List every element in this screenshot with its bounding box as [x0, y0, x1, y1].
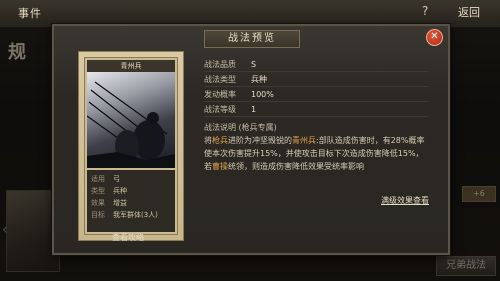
description-text: 将枪兵进阶为冲坚毁锐的青州兵:部队造成伤害时，有28%概率使本次伤害提升15%，… [204, 134, 430, 173]
description-heading: 战法说明 (枪兵专属) [204, 122, 277, 133]
tactic-level-row: 战法等级 1 [204, 103, 428, 117]
card-info-value: 增益 [113, 199, 127, 207]
row-value: S [251, 60, 257, 69]
tactic-card: 青州兵 适用弓 类型 兵种 效果 增益 目标 我军群体(3人) [78, 51, 184, 241]
tactic-preview-dialog: 战法预览 ✕ 青州兵 适用弓 类型 兵种 效果 增益 目标 我军群体(3人) 战… [52, 24, 450, 255]
dialog-title: 战法预览 [204, 30, 300, 48]
tactic-type-row: 战法类型 兵种 [204, 73, 428, 87]
desc-text: 统领，则造成伤害降低效果受统率影响 [228, 162, 364, 171]
description-label: 战法说明 [204, 123, 236, 132]
tactic-card-name: 青州兵 [87, 60, 175, 72]
close-button[interactable]: ✕ [426, 29, 443, 46]
top-bar: 事件 ? 返回 [0, 0, 500, 27]
row-value: 1 [251, 105, 257, 114]
tactic-card-info: 适用弓 类型 兵种 效果 增益 目标 我军群体(3人) [87, 170, 175, 232]
card-info-value: 兵种 [113, 187, 127, 195]
card-info-key: 效果 [91, 199, 105, 207]
row-label: 发动概率 [204, 90, 236, 99]
card-info-row: 类型 兵种 [91, 186, 127, 196]
desc-text: 将 [204, 136, 212, 145]
row-label: 战法等级 [204, 105, 236, 114]
description-note: (枪兵专属) [238, 123, 277, 132]
back-button[interactable]: 返回 [458, 4, 480, 20]
card-info-key: 类型 [91, 187, 105, 195]
tactic-card-artwork [86, 72, 175, 168]
tactic-quality-row: 战法品质 S [204, 58, 428, 72]
row-value: 100% [251, 90, 274, 99]
card-info-value: 弓 [113, 175, 120, 183]
card-info-row: 适用弓 [91, 174, 120, 184]
view-guide-link[interactable]: 查看攻略 [112, 232, 144, 243]
trigger-chance-row: 发动概率 100% [204, 88, 428, 102]
card-info-value: 我军群体(3人) [113, 211, 158, 219]
card-info-row: 效果 增益 [91, 198, 127, 208]
card-info-row: 目标 我军群体(3人) [91, 210, 158, 220]
tactic-card-frame: 青州兵 适用弓 类型 兵种 效果 增益 目标 我军群体(3人) [84, 57, 178, 235]
row-value: 兵种 [251, 75, 267, 84]
card-info-key: 适用 [91, 175, 105, 183]
help-button[interactable]: ? [422, 4, 428, 18]
row-label: 战法类型 [204, 75, 236, 84]
highlight-unit: 青州兵 [292, 136, 316, 145]
max-level-effect-link[interactable]: 满级效果查看 [381, 195, 429, 206]
desc-text: 进阶为冲坚毁锐的 [228, 136, 292, 145]
row-label: 战法品质 [204, 60, 236, 69]
top-bar-title: 事件 [18, 7, 42, 20]
spear-soldiers-illustration [86, 81, 175, 168]
highlight-unit: 枪兵 [212, 136, 228, 145]
card-info-key: 目标 [91, 211, 105, 219]
highlight-general: 曹操 [212, 162, 228, 171]
